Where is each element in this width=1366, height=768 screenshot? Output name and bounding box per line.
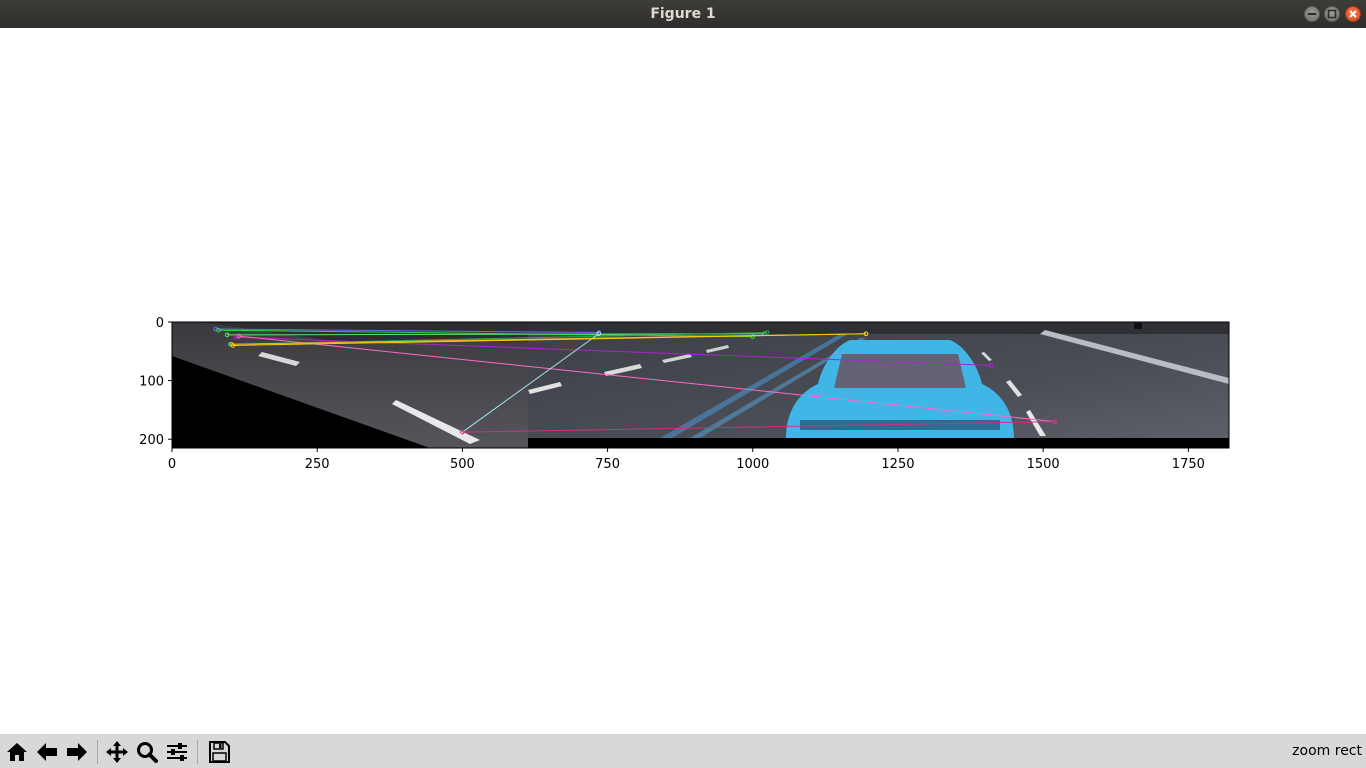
- window-title: Figure 1: [650, 6, 716, 22]
- configure-subplots-button[interactable]: [163, 738, 190, 765]
- maximize-icon: [1327, 9, 1337, 19]
- toolbar-separator: [97, 740, 98, 764]
- minimize-button[interactable]: [1304, 6, 1320, 22]
- arrow-right-icon: [67, 743, 87, 761]
- floppy-disk-icon: [209, 741, 230, 763]
- x-axis: 0 250 500 750 1000 1250 1500 1750: [168, 448, 1205, 472]
- home-icon: [7, 743, 27, 761]
- x-tick-label: 500: [450, 457, 475, 472]
- y-tick-label: 0: [156, 316, 164, 331]
- arrow-left-icon: [37, 743, 57, 761]
- x-tick-label: 750: [595, 457, 620, 472]
- close-button[interactable]: [1345, 6, 1361, 22]
- magnifier-icon: [137, 742, 158, 763]
- maximize-button[interactable]: [1324, 6, 1340, 22]
- move-icon: [106, 741, 128, 763]
- pan-button[interactable]: [103, 738, 130, 765]
- y-axis: 0 100 200: [139, 316, 172, 448]
- minimize-icon: [1308, 13, 1316, 15]
- zoom-button[interactable]: [133, 738, 160, 765]
- back-button[interactable]: [33, 738, 60, 765]
- y-tick-label: 200: [139, 433, 164, 448]
- navigation-toolbar: zoom rect: [0, 734, 1366, 768]
- axes-svg[interactable]: 0 250 500 750 1000 1250 1500 1750 0 100 200: [0, 28, 1366, 734]
- x-tick-label: 0: [168, 457, 176, 472]
- figure-canvas[interactable]: 0 250 500 750 1000 1250 1500 1750 0 100 200: [0, 28, 1366, 734]
- x-tick-label: 1750: [1172, 457, 1205, 472]
- x-tick-label: 250: [305, 457, 330, 472]
- y-tick-label: 100: [139, 375, 164, 390]
- x-tick-label: 1250: [881, 457, 914, 472]
- window-titlebar: Figure 1: [0, 0, 1366, 28]
- x-tick-label: 1500: [1027, 457, 1060, 472]
- home-button[interactable]: [3, 738, 30, 765]
- x-tick-label: 1000: [736, 457, 769, 472]
- toolbar-separator: [197, 740, 198, 764]
- close-icon: [1349, 10, 1357, 18]
- forward-button[interactable]: [63, 738, 90, 765]
- sliders-icon: [167, 743, 187, 761]
- status-message: zoom rect: [1292, 743, 1362, 759]
- save-button[interactable]: [205, 738, 232, 765]
